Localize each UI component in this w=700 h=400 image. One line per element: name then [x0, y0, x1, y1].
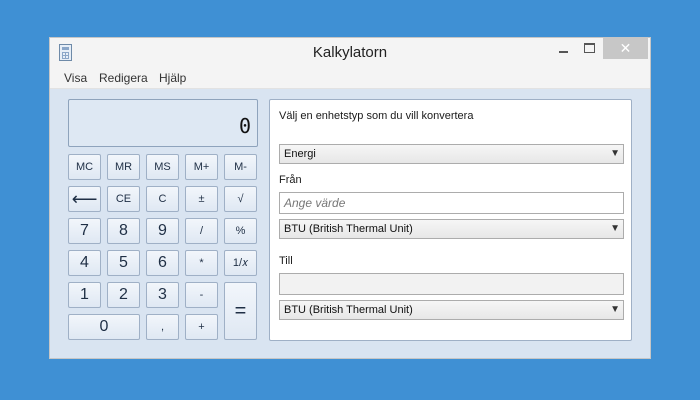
decimal-button[interactable]: ,: [146, 314, 179, 340]
result-display: 0: [68, 99, 258, 147]
m-plus-button[interactable]: M+: [185, 154, 218, 180]
divide-button[interactable]: /: [185, 218, 218, 244]
chevron-down-icon: ▼: [610, 304, 620, 315]
digit-0-button[interactable]: 0: [68, 314, 140, 340]
calculator-body: 0 MC MR MS M+ M- ⟵ CE C ± √ 7 8 9 / % 4 …: [50, 89, 650, 358]
mc-button[interactable]: MC: [68, 154, 101, 180]
close-icon[interactable]: ✕: [603, 38, 648, 59]
maximize-icon[interactable]: [576, 38, 602, 59]
mr-button[interactable]: MR: [107, 154, 140, 180]
to-label: Till: [279, 255, 293, 267]
digit-4-button[interactable]: 4: [68, 250, 101, 276]
digit-7-button[interactable]: 7: [68, 218, 101, 244]
menu-bar: Visa Redigera Hjälp: [50, 68, 650, 89]
chevron-down-icon: ▼: [610, 223, 620, 234]
minimize-icon[interactable]: [550, 38, 576, 59]
plus-minus-button[interactable]: ±: [185, 186, 218, 212]
digit-2-button[interactable]: 2: [107, 282, 140, 308]
menu-item-redigera[interactable]: Redigera: [99, 68, 148, 88]
chevron-down-icon: ▼: [610, 148, 620, 159]
unit-type-select[interactable]: Energi ▼: [279, 144, 624, 164]
menu-item-visa[interactable]: Visa: [64, 68, 87, 88]
menu-item-hjalp[interactable]: Hjälp: [159, 68, 186, 88]
sqrt-button[interactable]: √: [224, 186, 257, 212]
digit-8-button[interactable]: 8: [107, 218, 140, 244]
digit-5-button[interactable]: 5: [107, 250, 140, 276]
backspace-button[interactable]: ⟵: [68, 186, 101, 212]
c-button[interactable]: C: [146, 186, 179, 212]
digit-9-button[interactable]: 9: [146, 218, 179, 244]
digit-6-button[interactable]: 6: [146, 250, 179, 276]
unit-converter-panel: Välj en enhetstyp som du vill konvertera…: [269, 99, 632, 341]
minus-button[interactable]: -: [185, 282, 218, 308]
ms-button[interactable]: MS: [146, 154, 179, 180]
ce-button[interactable]: CE: [107, 186, 140, 212]
to-unit-select[interactable]: BTU (British Thermal Unit) ▼: [279, 300, 624, 320]
display-value: 0: [238, 114, 251, 138]
from-label: Från: [279, 174, 302, 186]
m-minus-button[interactable]: M-: [224, 154, 257, 180]
digit-3-button[interactable]: 3: [146, 282, 179, 308]
to-unit-value: BTU (British Thermal Unit): [284, 304, 413, 316]
calculator-window: Kalkylatorn ✕ Visa Redigera Hjälp 0 MC M…: [49, 37, 651, 359]
equals-button[interactable]: =: [224, 282, 257, 340]
digit-1-button[interactable]: 1: [68, 282, 101, 308]
percent-button[interactable]: %: [224, 218, 257, 244]
from-unit-select[interactable]: BTU (British Thermal Unit) ▼: [279, 219, 624, 239]
from-value-input[interactable]: Ange värde: [279, 192, 624, 214]
multiply-button[interactable]: *: [185, 250, 218, 276]
converter-prompt: Välj en enhetstyp som du vill konvertera: [279, 110, 474, 122]
reciprocal-button[interactable]: 1/𝑥: [224, 250, 257, 276]
to-value-field: [279, 273, 624, 295]
unit-type-value: Energi: [284, 148, 316, 160]
title-bar[interactable]: Kalkylatorn ✕: [50, 38, 650, 68]
plus-button[interactable]: +: [185, 314, 218, 340]
from-unit-value: BTU (British Thermal Unit): [284, 223, 413, 235]
